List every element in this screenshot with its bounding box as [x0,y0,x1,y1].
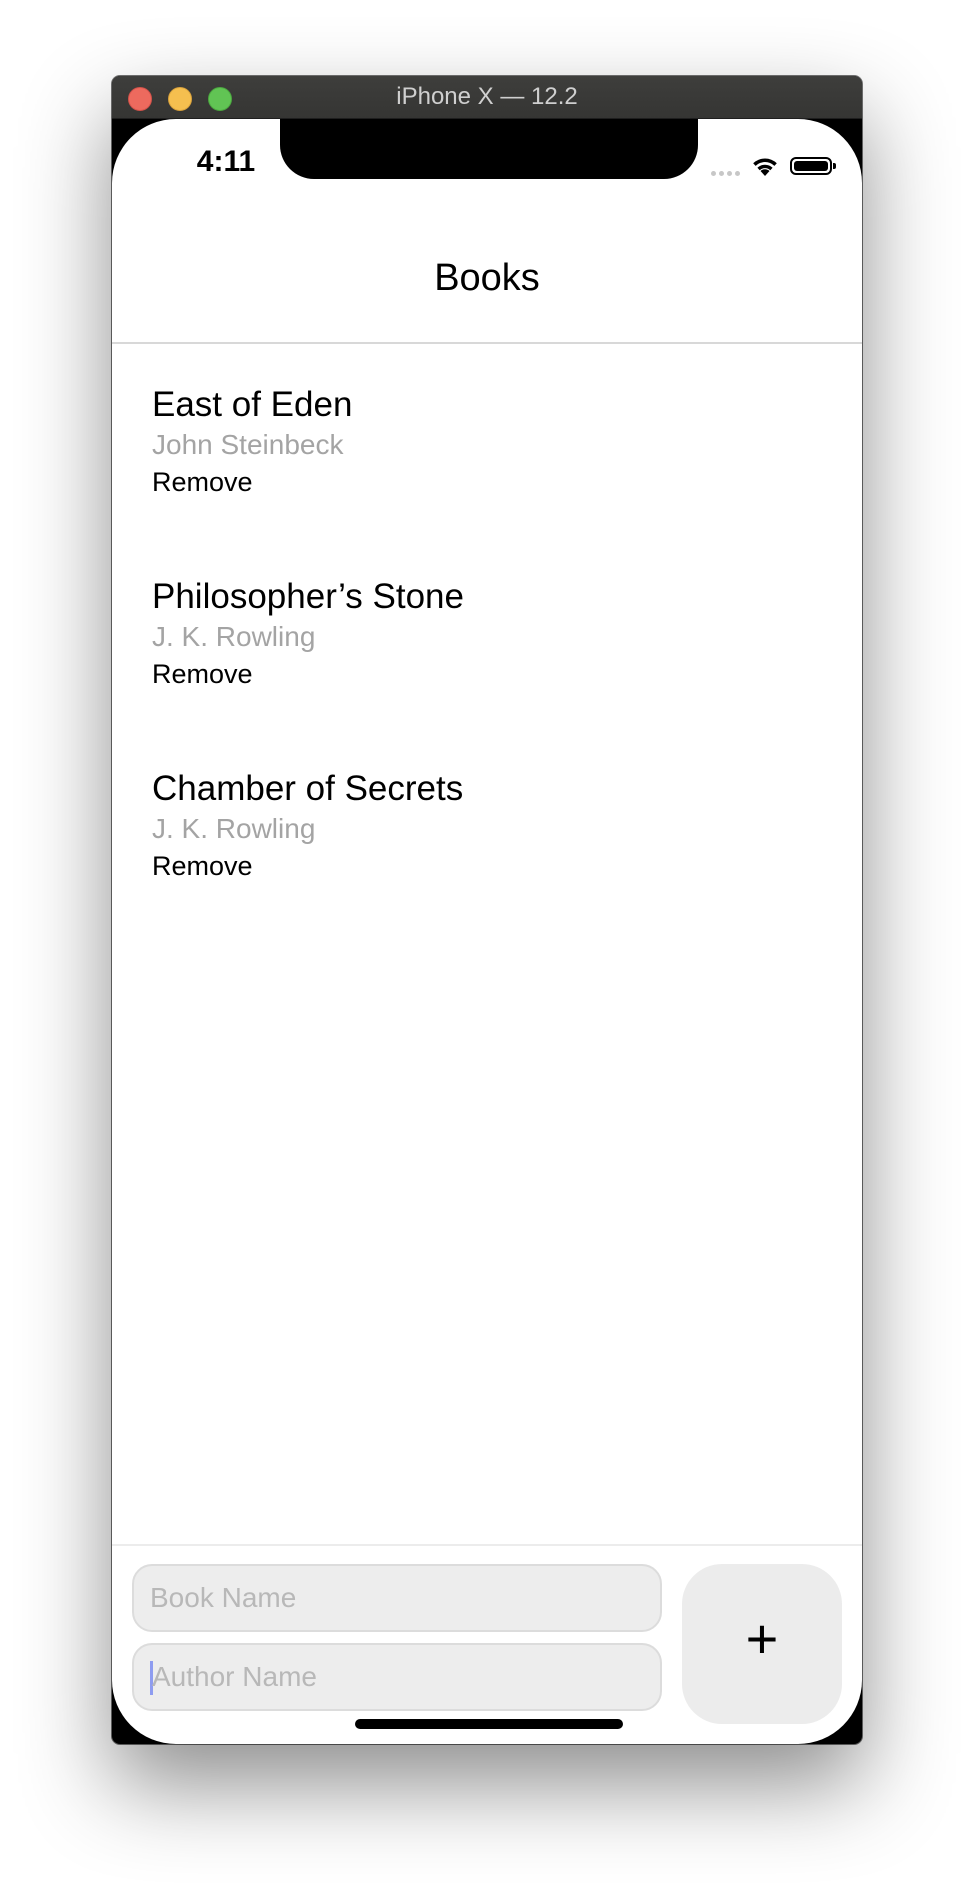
add-book-button[interactable]: + [682,1564,842,1724]
battery-icon [790,157,836,175]
book-name-input[interactable]: Book Name [132,1564,662,1632]
window-titlebar[interactable]: iPhone X — 12.2 [112,76,862,119]
book-author: J. K. Rowling [152,621,316,652]
simulator-window: iPhone X — 12.2 4:11 Books East of Eden … [112,76,862,1744]
status-time: 4:11 [196,145,256,178]
book-title: Chamber of Secrets [152,769,464,808]
book-author: John Steinbeck [152,429,344,460]
nav-divider [112,342,862,344]
home-indicator[interactable] [355,1719,623,1729]
book-author: J. K. Rowling [152,813,316,844]
device-notch [280,119,698,179]
book-title: East of Eden [152,385,353,424]
book-list: East of Eden John Steinbeck Remove Philo… [152,359,822,935]
list-item: Chamber of Secrets J. K. Rowling Remove [152,743,822,935]
author-name-placeholder: Author Name [152,1661,317,1692]
book-name-placeholder: Book Name [150,1582,297,1613]
page-title: Books [434,257,540,299]
list-item: East of Eden John Steinbeck Remove [152,359,822,551]
remove-button[interactable]: Remove [152,467,253,498]
remove-button[interactable]: Remove [152,659,253,690]
device-screen: 4:11 Books East of Eden John Steinbeck R… [112,119,862,1744]
status-icons [711,151,836,181]
list-item: Philosopher’s Stone J. K. Rowling Remove [152,551,822,743]
form-divider [112,1544,862,1546]
author-name-input[interactable]: Author Name [132,1643,662,1711]
remove-button[interactable]: Remove [152,851,253,882]
window-title: iPhone X — 12.2 [396,83,578,110]
wifi-icon [753,158,777,176]
desktop-background: iPhone X — 12.2 4:11 Books East of Eden … [0,0,974,1892]
book-title: Philosopher’s Stone [152,577,464,616]
signal-dots-icon [711,156,740,176]
